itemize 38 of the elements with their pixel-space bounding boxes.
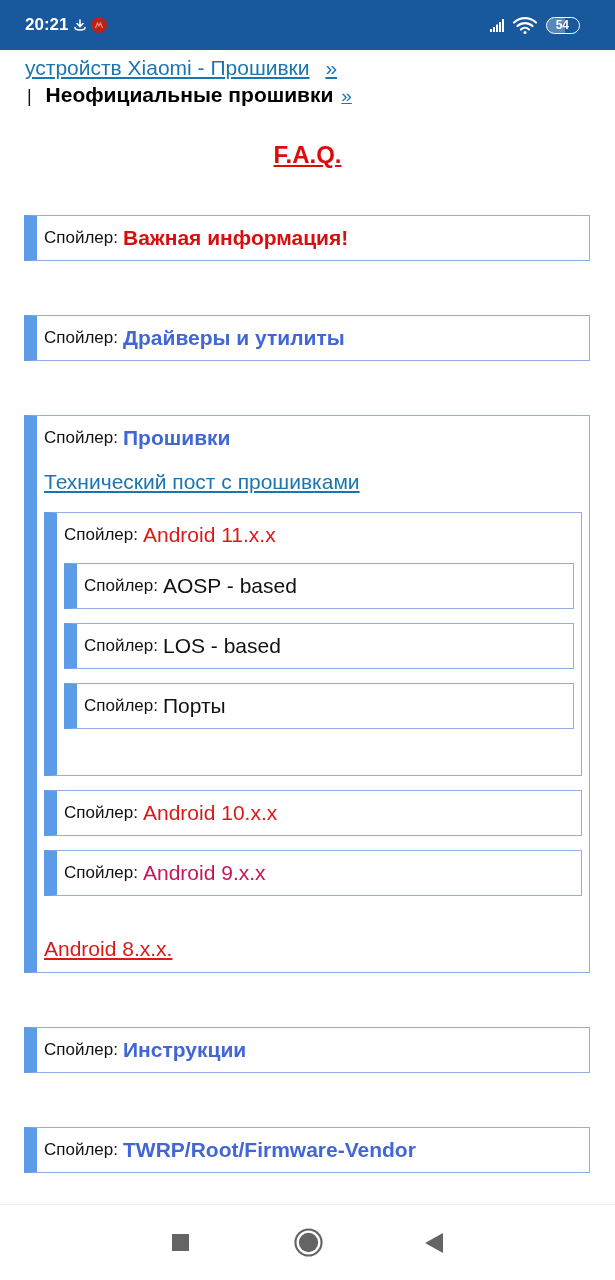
spoiler-title[interactable]: Важная информация!	[123, 226, 349, 250]
spoiler-label[interactable]: Спойлер:	[44, 228, 118, 248]
post-link[interactable]: Android 8.x.x.	[44, 937, 173, 960]
breadcrumb-link[interactable]: устройств Xiaomi - Прошивки	[25, 56, 310, 79]
clock-time: 20:21	[25, 15, 69, 35]
post-link[interactable]: Технический пост с прошивками	[44, 470, 360, 493]
spoiler-label[interactable]: Спойлер:	[44, 1040, 118, 1060]
spoiler-title[interactable]: AOSP - based	[163, 574, 297, 598]
faq-link[interactable]: F.A.Q.	[273, 141, 342, 168]
spoiler-label[interactable]: Спойлер:	[84, 576, 158, 596]
app-notification-icon	[91, 17, 108, 33]
current-section-title: Неофициальные прошивки	[45, 83, 334, 106]
signal-icon	[489, 18, 504, 32]
spoiler-title[interactable]: LOS - based	[163, 634, 281, 658]
spoiler-label[interactable]: Спойлер:	[64, 863, 138, 883]
spoiler-label[interactable]: Спойлер:	[84, 636, 158, 656]
spoiler-title[interactable]: Прошивки	[123, 426, 231, 450]
spoiler-title[interactable]: Порты	[163, 694, 226, 718]
spoiler-label[interactable]: Спойлер:	[64, 803, 138, 823]
battery-indicator: 54	[545, 16, 580, 34]
home-button-icon[interactable]	[294, 1228, 323, 1257]
breadcrumb-separator: |	[27, 86, 32, 106]
back-button-icon[interactable]	[425, 1232, 443, 1253]
spoiler-title[interactable]: TWRP/Root/Firmware-Vendor	[123, 1138, 416, 1162]
spoiler-title[interactable]: Android 9.x.x	[143, 861, 266, 885]
spoiler-label[interactable]: Спойлер:	[44, 1140, 118, 1160]
wifi-icon	[512, 16, 537, 34]
spoiler-label[interactable]: Спойлер:	[44, 328, 118, 348]
spoiler-title[interactable]: Драйверы и утилиты	[123, 326, 345, 350]
spoiler-label[interactable]: Спойлер:	[84, 696, 158, 716]
breadcrumb-arrow-link[interactable]: »	[325, 56, 338, 79]
spoiler-title[interactable]: Инструкции	[123, 1038, 247, 1062]
breadcrumb-arrow-link[interactable]: »	[341, 85, 352, 106]
spoiler-label[interactable]: Спойлер:	[44, 428, 118, 448]
spoiler-title[interactable]: Android 11.x.x	[143, 523, 276, 547]
spoiler-title[interactable]: Android 10.x.x	[143, 801, 278, 825]
spoiler-label[interactable]: Спойлер:	[64, 525, 138, 545]
download-icon	[74, 19, 87, 31]
